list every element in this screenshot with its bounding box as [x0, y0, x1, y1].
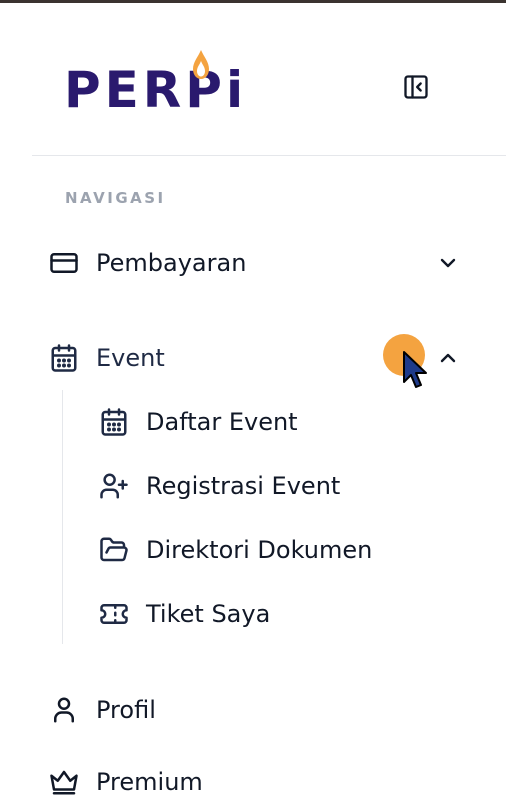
nav-item-label: Premium [96, 768, 203, 796]
user-plus-icon [96, 468, 132, 504]
logo-text: PERPi [64, 61, 248, 119]
calendar-icon [47, 341, 81, 375]
user-icon [47, 693, 81, 727]
credit-card-icon [47, 246, 81, 280]
nav-item-label: Event [96, 344, 165, 372]
nav-item-pembayaran[interactable]: Pembayaran [47, 241, 467, 285]
nav-item-label: Pembayaran [96, 249, 247, 277]
sidebar-collapse-icon [404, 75, 428, 99]
chevron-down-icon[interactable] [433, 248, 463, 278]
sub-item-tiket-saya[interactable]: Tiket Saya [96, 592, 456, 636]
top-border [0, 0, 506, 3]
sub-item-label: Tiket Saya [146, 600, 271, 628]
header-divider [32, 155, 506, 156]
chevron-up-icon[interactable] [433, 343, 463, 373]
submenu-rail [62, 390, 63, 644]
mouse-pointer-icon [403, 351, 427, 388]
sub-item-daftar-event[interactable]: Daftar Event [96, 400, 456, 444]
crown-icon [47, 765, 81, 799]
nav-item-profil[interactable]: Profil [47, 688, 467, 732]
collapse-sidebar-button[interactable] [401, 72, 431, 102]
calendar-grid-icon [96, 404, 132, 440]
nav-item-label: Profil [96, 696, 156, 724]
flame-icon [193, 50, 209, 79]
sub-item-label: Registrasi Event [146, 472, 341, 500]
sub-item-label: Daftar Event [146, 408, 298, 436]
sub-item-registrasi-event[interactable]: Registrasi Event [96, 464, 456, 508]
folder-open-icon [96, 532, 132, 568]
sub-item-label: Direktori Dokumen [146, 536, 373, 564]
sub-item-direktori-dokumen[interactable]: Direktori Dokumen [96, 528, 456, 572]
ticket-icon [96, 596, 132, 632]
nav-item-premium[interactable]: Premium [47, 760, 467, 804]
section-label-navigasi: NAVIGASI [65, 189, 166, 207]
